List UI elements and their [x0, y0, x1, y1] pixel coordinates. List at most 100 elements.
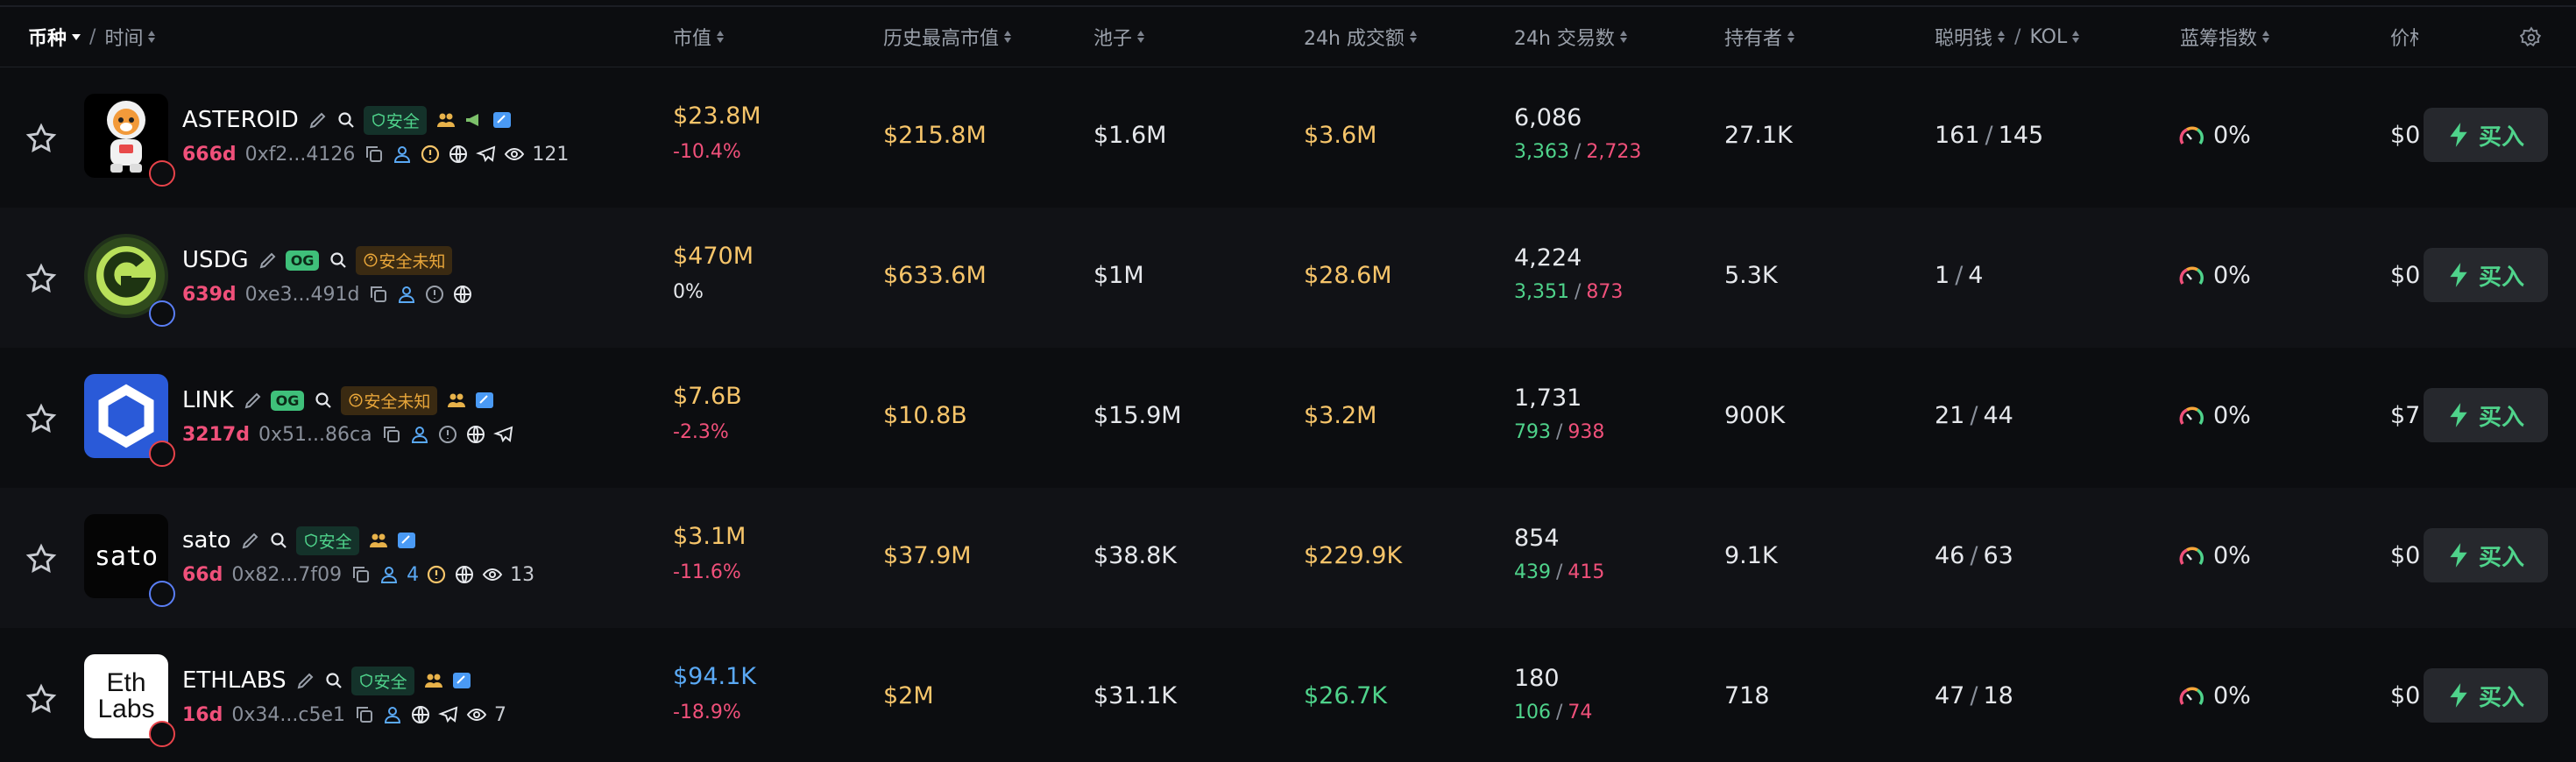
token-symbol[interactable]: sato — [182, 527, 231, 554]
token-age: 16d — [182, 703, 223, 726]
header-pool[interactable]: 池子 — [1093, 7, 1145, 67]
token-symbol[interactable]: ETHLABS — [182, 667, 287, 694]
user-icon[interactable] — [379, 564, 400, 585]
buy-button[interactable]: 买入 — [2424, 668, 2548, 723]
twitter-bird-icon[interactable] — [492, 109, 513, 131]
copy-icon[interactable] — [368, 284, 389, 305]
security-badge[interactable]: 安全 — [350, 666, 414, 695]
globe-icon[interactable] — [448, 144, 469, 165]
edit-icon[interactable] — [295, 670, 316, 691]
logo-text: sato — [94, 540, 159, 572]
header-market-cap[interactable]: 市值 — [673, 7, 725, 67]
search-icon[interactable] — [313, 390, 334, 411]
user-icon[interactable] — [409, 424, 430, 445]
bluechip-value: 0% — [2213, 262, 2251, 289]
sort-icon — [1003, 29, 1012, 45]
globe-icon[interactable] — [452, 284, 473, 305]
star-icon[interactable] — [25, 122, 58, 155]
copy-icon[interactable] — [381, 424, 402, 445]
header-smart-money[interactable]: 聪明钱 — [1935, 23, 1992, 51]
twitter-bird-icon[interactable] — [451, 670, 472, 691]
header-separator: / — [2014, 25, 2021, 48]
bluechip-value: 0% — [2213, 402, 2251, 429]
gauge-icon — [2179, 547, 2204, 566]
security-badge[interactable]: 安全 — [363, 105, 427, 135]
sort-icon — [147, 29, 156, 45]
buy-button[interactable]: 买入 — [2424, 108, 2548, 162]
security-badge[interactable]: 安全 — [295, 526, 359, 555]
star-icon[interactable] — [25, 262, 58, 295]
header-smart-money-kol[interactable]: 聪明钱 / KOL — [1935, 7, 2080, 67]
table-row[interactable]: LINK OG 安全未知 3217d 0x51...86ca $7.6B -2.… — [0, 348, 2576, 488]
sort-icon — [1136, 29, 1145, 45]
buy-button[interactable]: 买入 — [2424, 528, 2548, 582]
star-icon[interactable] — [25, 402, 58, 435]
token-symbol[interactable]: ASTEROID — [182, 107, 299, 133]
user-icon[interactable] — [392, 144, 413, 165]
table-row[interactable]: Eth Labs ETHLABS 安全 16d 0x34...c5e1 7 $9… — [0, 628, 2576, 762]
twitter-bird-icon[interactable] — [474, 390, 495, 411]
txns-total: 4,224 — [1514, 244, 1582, 272]
table-row[interactable]: sato sato 安全 66d 0x82...7f09 4 13 $3.1M … — [0, 488, 2576, 628]
bluechip-value: 0% — [2213, 542, 2251, 569]
star-icon[interactable] — [25, 542, 58, 575]
gear-icon[interactable] — [2520, 26, 2543, 49]
contract-address[interactable]: 0xe3...491d — [245, 284, 360, 306]
copy-icon[interactable] — [350, 564, 372, 585]
chain-badge-icon — [149, 300, 175, 327]
smart-money-kol: 21/44 — [1935, 402, 2013, 429]
kol-count: 18 — [1983, 682, 2013, 709]
search-icon[interactable] — [268, 530, 289, 551]
security-unknown-badge[interactable]: 安全未知 — [356, 245, 453, 275]
user-icon[interactable] — [382, 704, 403, 725]
contract-address[interactable]: 0xf2...4126 — [245, 144, 356, 166]
holders-value: 27.1K — [1724, 122, 1793, 149]
edit-icon[interactable] — [308, 109, 329, 131]
twitter-bird-icon[interactable] — [396, 530, 417, 551]
telegram-icon[interactable] — [476, 144, 497, 165]
header-kol[interactable]: KOL — [2029, 26, 2067, 48]
header-bluechip[interactable]: 蓝筹指数 — [2180, 7, 2270, 67]
token-symbol[interactable]: LINK — [182, 387, 234, 413]
telegram-icon[interactable] — [438, 704, 459, 725]
smart-money-count: 1 — [1935, 262, 1950, 289]
header-coin[interactable]: 币种 — [28, 23, 67, 51]
header-holders[interactable]: 持有者 — [1724, 7, 1795, 67]
edit-icon[interactable] — [243, 390, 264, 411]
star-icon[interactable] — [25, 682, 58, 716]
header-txns-24h[interactable]: 24h 交易数 — [1514, 7, 1628, 67]
search-icon[interactable] — [328, 250, 349, 271]
globe-icon[interactable] — [454, 564, 475, 585]
contract-address[interactable]: 0x34...c5e1 — [231, 704, 345, 726]
user-icon[interactable] — [396, 284, 417, 305]
header-ath-market-cap[interactable]: 历史最高市值 — [883, 7, 1012, 67]
globe-icon[interactable] — [410, 704, 431, 725]
globe-icon[interactable] — [465, 424, 486, 445]
txns-buy-sell: 439/415 — [1514, 561, 1605, 583]
search-icon[interactable] — [336, 109, 357, 131]
contract-address[interactable]: 0x51...86ca — [258, 424, 372, 446]
token-age: 3217d — [182, 423, 250, 446]
copy-icon[interactable] — [354, 704, 375, 725]
price-value: $7 — [2390, 402, 2420, 429]
copy-icon[interactable] — [364, 144, 385, 165]
token-symbol[interactable]: USDG — [182, 247, 249, 273]
header-volume-24h[interactable]: 24h 成交额 — [1304, 7, 1418, 67]
table-row[interactable]: USDG OG 安全未知 639d 0xe3...491d $470M 0% $… — [0, 208, 2576, 348]
telegram-icon[interactable] — [492, 424, 514, 445]
contract-address[interactable]: 0x82...7f09 — [231, 564, 342, 586]
buy-button[interactable]: 买入 — [2424, 248, 2548, 302]
eye-icon — [466, 708, 487, 722]
edit-icon[interactable] — [258, 250, 279, 271]
edit-icon[interactable] — [240, 530, 261, 551]
header-time[interactable]: 时间 — [104, 23, 143, 51]
market-cap-value: $23.8M — [673, 102, 761, 130]
table-row[interactable]: ASTEROID 安全 666d 0xf2...4126 121 $23.8M … — [0, 67, 2576, 208]
search-icon[interactable] — [323, 670, 344, 691]
security-unknown-badge[interactable]: 安全未知 — [341, 385, 438, 415]
txns-total: 1,731 — [1514, 385, 1582, 412]
header-price[interactable]: 价格 — [2390, 7, 2418, 67]
header-separator: / — [89, 25, 96, 48]
header-coin-time[interactable]: 币种 / 时间 — [28, 7, 156, 67]
buy-button[interactable]: 买入 — [2424, 388, 2548, 442]
